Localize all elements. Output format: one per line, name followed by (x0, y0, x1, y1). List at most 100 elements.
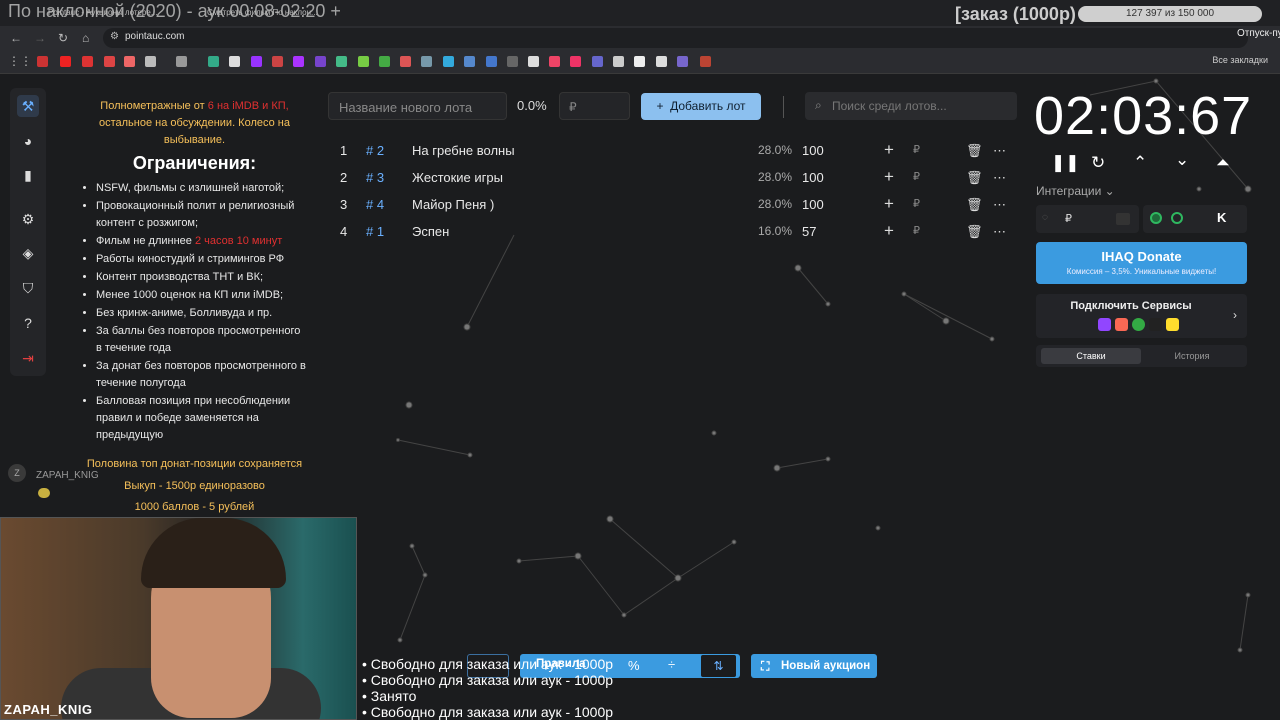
bookmark-icon[interactable] (507, 56, 518, 67)
restart-icon[interactable]: ↻ (1091, 153, 1105, 173)
bookmark-icon[interactable] (293, 56, 304, 67)
ruble-field[interactable]: ₽ (913, 224, 920, 237)
lot-name[interactable]: На гребне волны (412, 143, 515, 158)
vk-icon[interactable]: K (1217, 210, 1226, 225)
lot-amount[interactable]: 57 (802, 224, 816, 239)
bookmark-icon[interactable] (634, 56, 645, 67)
connect-services-card[interactable]: Подключить Сервисы › (1036, 294, 1247, 338)
ruble-field[interactable]: ₽ (913, 170, 920, 183)
ruble-field[interactable]: ₽ (913, 143, 920, 156)
delete-icon[interactable]: 🗑 (966, 170, 983, 186)
reload-icon[interactable]: ↻ (58, 31, 68, 45)
bookmark-icon[interactable] (272, 56, 283, 67)
lot-name[interactable]: Эспен (412, 224, 449, 239)
pause-icon[interactable]: ❚❚ (1051, 153, 1080, 173)
auction-hammer-icon[interactable]: ⚒ (17, 95, 39, 117)
bookmark-icon[interactable] (145, 56, 156, 67)
logout-icon[interactable]: ⇥ (17, 347, 39, 369)
percent-icon[interactable]: % (628, 658, 640, 673)
delete-icon[interactable]: 🗑 (966, 224, 983, 240)
new-lot-percent: 0.0% (517, 98, 547, 113)
bookmark-icon[interactable] (528, 56, 539, 67)
bookmark-icon[interactable] (464, 56, 475, 67)
donation-service-icon[interactable] (1116, 213, 1130, 225)
lot-amount[interactable]: 100 (802, 170, 824, 185)
new-lot-name-input[interactable]: Название нового лота (328, 92, 507, 120)
help-icon[interactable]: ? (17, 312, 39, 334)
all-bookmarks[interactable]: Все закладки (1212, 55, 1268, 65)
add-amount-icon[interactable]: + (884, 221, 894, 241)
bookmark-icon[interactable] (37, 56, 48, 67)
bookmark-icon[interactable] (176, 56, 187, 67)
tab-history[interactable]: История (1142, 348, 1242, 364)
more-icon[interactable]: ⋯ (993, 170, 1006, 186)
url-field[interactable]: ⚙ pointauc.com Отпуск-путешествия (103, 28, 1280, 48)
double-chevron-up-icon[interactable]: ⏶ (1216, 153, 1230, 173)
bookmark-icon[interactable] (677, 56, 688, 67)
add-amount-icon[interactable]: + (884, 194, 894, 214)
tab-bets[interactable]: Ставки (1041, 348, 1141, 364)
bookmark-icon[interactable] (315, 56, 326, 67)
settings-icon[interactable]: ⚙ (17, 208, 39, 230)
lot-amount[interactable]: 100 (802, 197, 824, 212)
bookmark-icon[interactable] (104, 56, 115, 67)
bookmark-icon[interactable] (379, 56, 390, 67)
bookmark-icon[interactable] (208, 56, 219, 67)
sort-icon[interactable]: ⇅ (700, 654, 737, 678)
gmail-icon[interactable] (124, 56, 135, 67)
bookmark-icon[interactable] (400, 56, 411, 67)
bookmark-icon[interactable] (229, 56, 240, 67)
lot-percent: 28.0% (758, 170, 793, 184)
add-amount-icon[interactable]: + (884, 167, 894, 187)
delete-icon[interactable]: 🗑 (966, 143, 983, 159)
ruble-field[interactable]: ₽ (913, 197, 920, 210)
rules-footer: Половина топ донат-позиции сохраняется В… (82, 454, 307, 519)
chevron-down-icon[interactable]: ⌄ (1175, 150, 1189, 170)
delete-icon[interactable]: 🗑 (966, 197, 983, 213)
forward-icon[interactable]: → (34, 31, 46, 45)
bookmark-icon[interactable] (656, 56, 667, 67)
bookmark-icon[interactable] (549, 56, 560, 67)
rule-item: За баллы без повторов просмотренного в т… (96, 323, 307, 357)
lot-name[interactable]: Майор Пеня ) (412, 197, 494, 212)
site-info-icon[interactable]: ⚙ (110, 31, 119, 42)
home-icon[interactable]: ⌂ (82, 31, 89, 45)
bookmark-icon[interactable] (336, 56, 347, 67)
integrations-toggle[interactable]: Интеграции ⌄ (1036, 184, 1115, 198)
add-lot-button[interactable]: + Добавить лот (641, 93, 761, 120)
lot-name[interactable]: Жестокие игры (412, 170, 503, 185)
back-icon[interactable]: ← (10, 31, 22, 45)
youtube-icon[interactable] (60, 56, 71, 67)
toggle-on-icon[interactable] (1150, 212, 1162, 224)
lot-amount[interactable]: 100 (802, 143, 824, 158)
bookmark-icon[interactable] (700, 56, 711, 67)
bookmark-icon[interactable] (443, 56, 454, 67)
new-auction-button[interactable]: ⛶ Новый аукцион (751, 654, 877, 678)
bookmark-icon[interactable] (421, 56, 432, 67)
bookmark-icon[interactable] (592, 56, 603, 67)
lot-search-input[interactable]: ⌕ Поиск среди лотов... (805, 92, 1017, 120)
add-lot-label: Добавить лот (670, 99, 746, 113)
chevron-up-icon[interactable]: ⌃ (1133, 153, 1147, 173)
lot-index: 1 (340, 143, 348, 158)
footer-line: Выкуп - 1500р единоразово (124, 479, 265, 492)
new-lot-amount-input[interactable]: ₽ (559, 92, 630, 120)
bookmark-icon[interactable] (613, 56, 624, 67)
split-icon[interactable]: ÷ (668, 657, 675, 672)
stats-icon[interactable]: ▮ (17, 164, 39, 186)
bookmark-icon[interactable] (358, 56, 369, 67)
lot-percent: 28.0% (758, 143, 793, 157)
layers-icon[interactable]: ◈ (17, 242, 39, 264)
bookmark-icon[interactable] (570, 56, 581, 67)
wheel-icon[interactable]: ◕ (17, 130, 39, 152)
more-icon[interactable]: ⋯ (993, 197, 1006, 213)
vk-icon[interactable] (486, 56, 497, 67)
ihaq-donate-banner[interactable]: IHAQ Donate Комиссия – 3,5%. Уникальные … (1036, 242, 1247, 284)
apps-grid-icon[interactable]: ⋮⋮ (8, 54, 32, 68)
bookmark-icon[interactable] (82, 56, 93, 67)
shield-icon[interactable]: ⛉ (17, 277, 39, 299)
add-amount-icon[interactable]: + (884, 140, 894, 160)
twitch-icon[interactable] (251, 56, 262, 67)
more-icon[interactable]: ⋯ (993, 143, 1006, 159)
more-icon[interactable]: ⋯ (993, 224, 1006, 240)
